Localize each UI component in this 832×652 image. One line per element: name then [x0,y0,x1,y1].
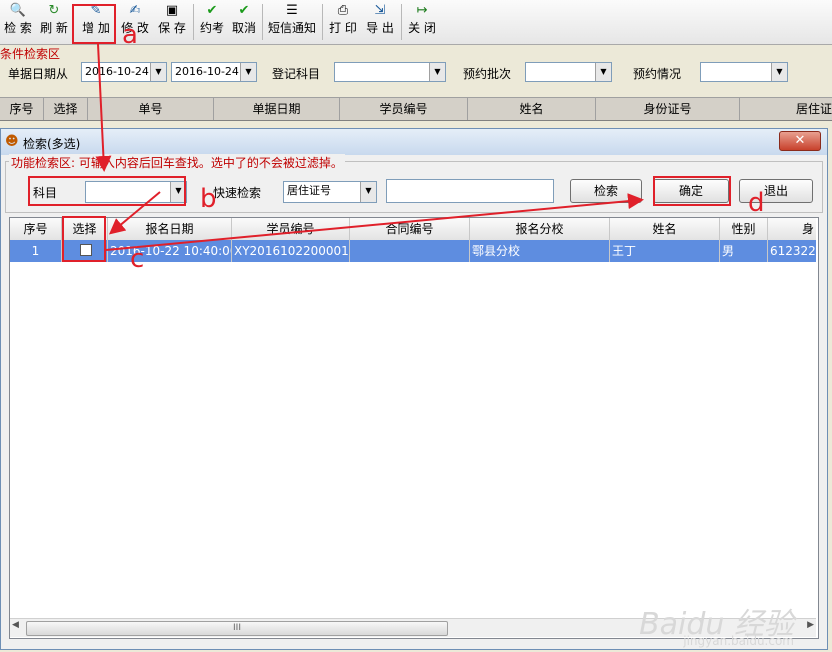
annotation-arrow-c [105,193,644,251]
annotation-arrow-a [95,43,112,172]
annotation-arrow-b [108,191,161,235]
annotation-arrows [95,43,644,251]
